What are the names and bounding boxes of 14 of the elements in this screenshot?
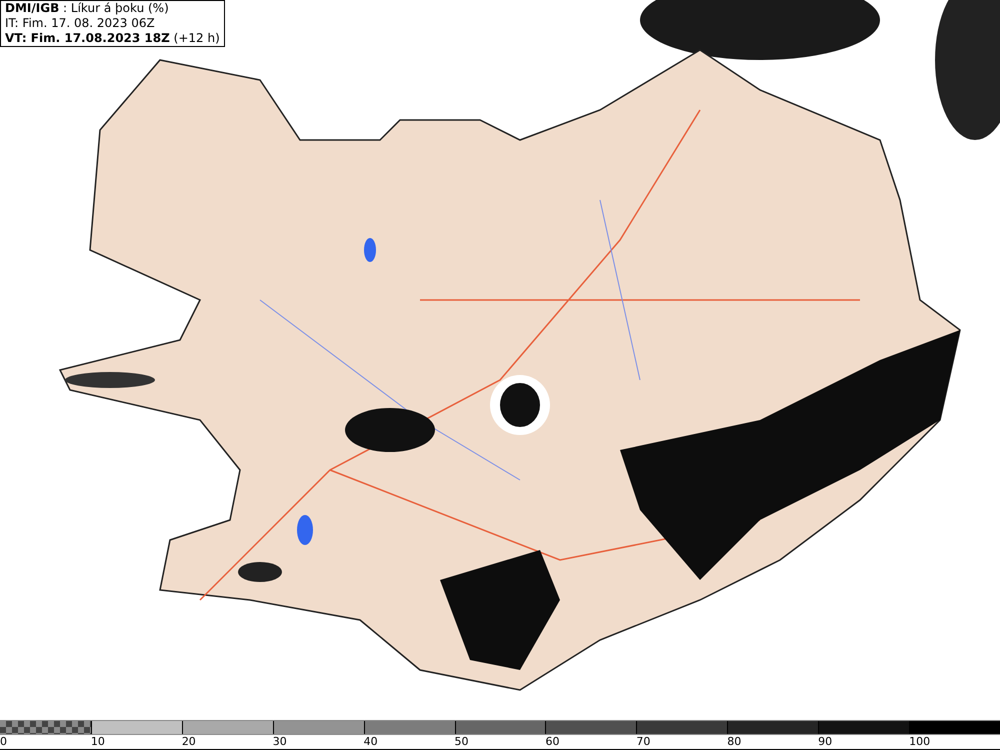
valid-time: VT: Fim. 17.08.2023 18Z (+12 h) — [5, 31, 220, 46]
legend-label: 40 — [364, 735, 378, 748]
legend-label: 20 — [182, 735, 196, 748]
legend-label: 90 — [818, 735, 832, 748]
legend-label: 100 — [909, 735, 930, 748]
legend-label: 80 — [727, 735, 742, 748]
legend-label: 60 — [545, 735, 560, 748]
legend-label: 50 — [454, 735, 469, 748]
issue-time: IT: Fim. 17. 08. 2023 06Z — [5, 16, 156, 31]
legend-label: 10 — [90, 735, 105, 748]
legend-label: 30 — [272, 735, 287, 748]
legend-label: 70 — [636, 735, 650, 748]
legend-label: 0 — [0, 735, 7, 748]
map-title: DMI/IGB : Líkur á þoku (%) — [5, 1, 170, 16]
